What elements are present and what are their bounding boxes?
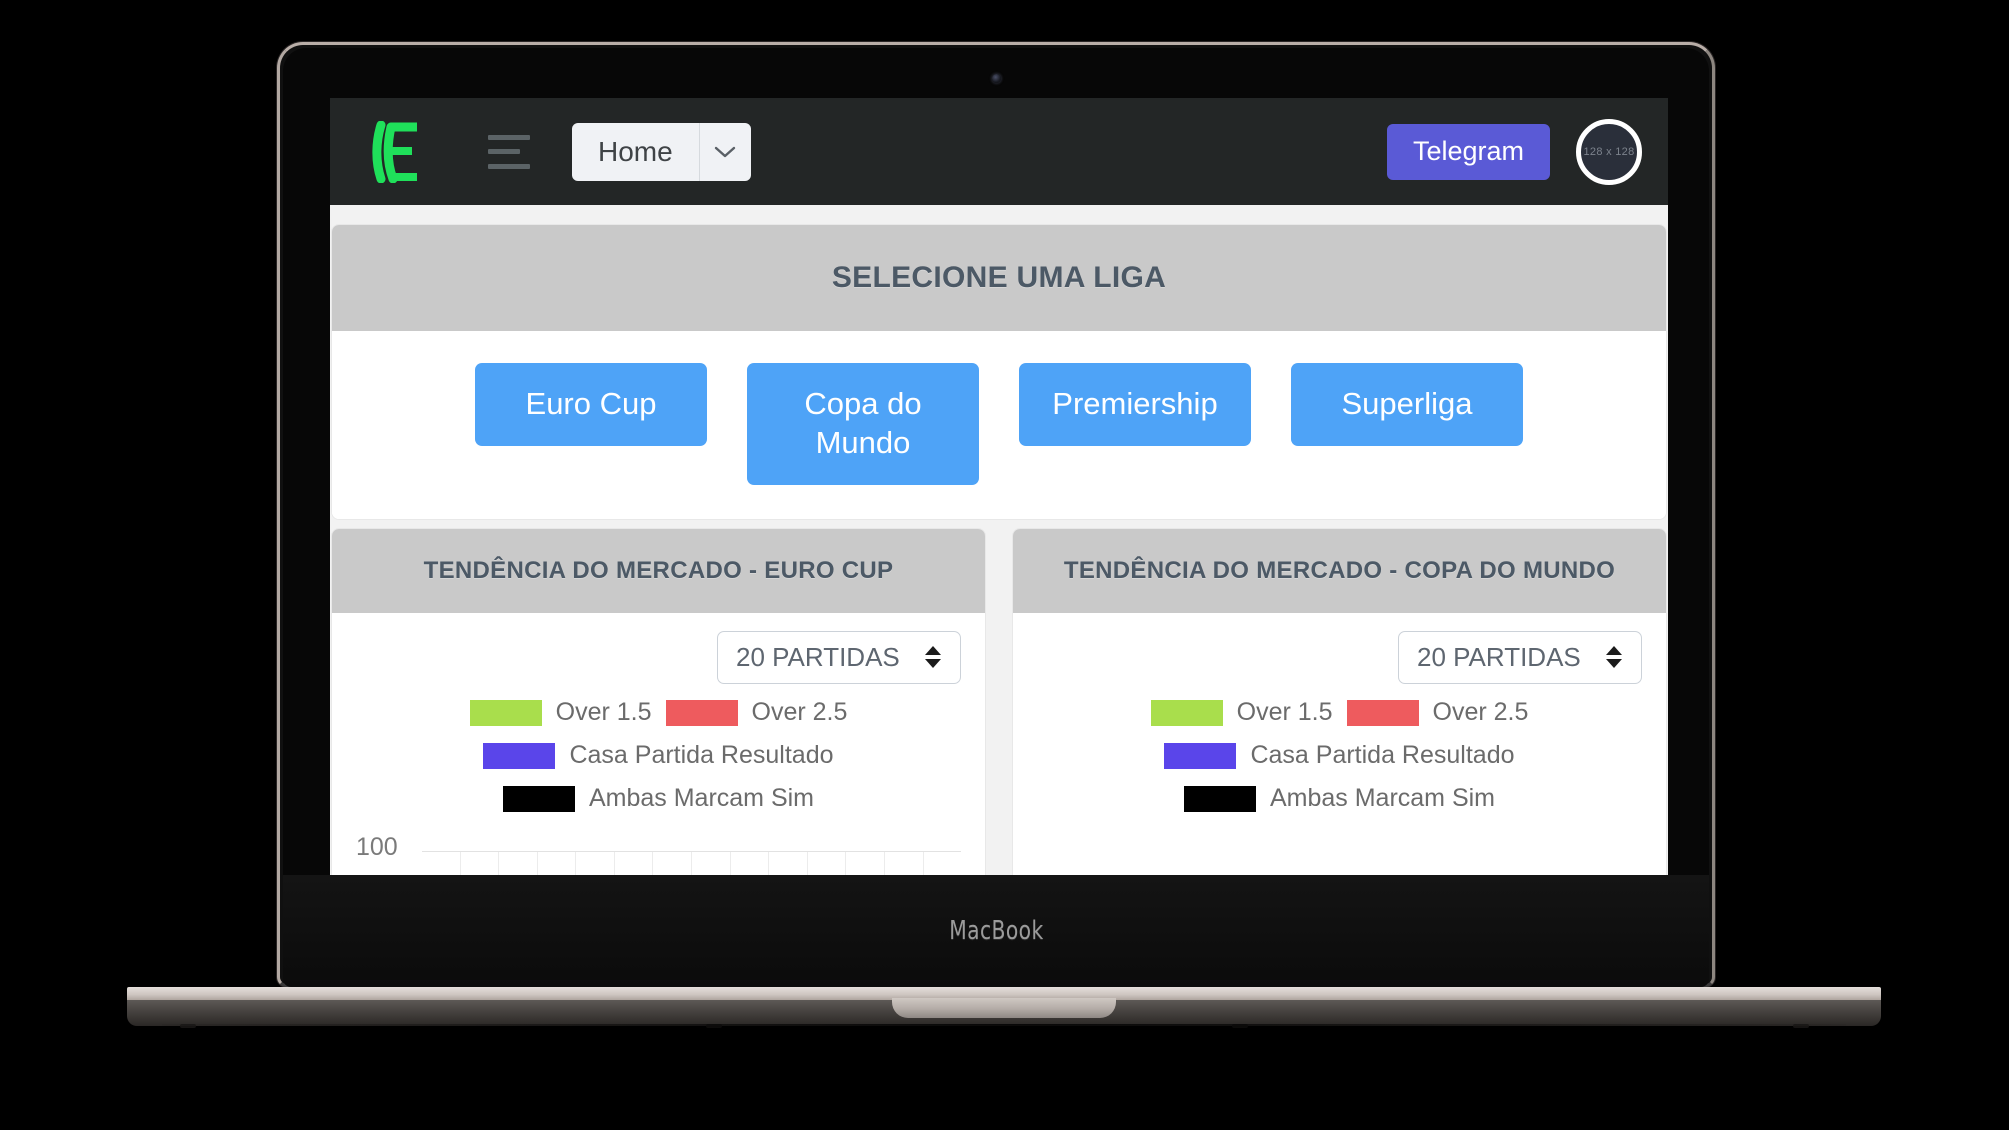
legend-row: Ambas Marcam Sim: [356, 784, 961, 813]
legend-item-ambas-marcam-sim[interactable]: Ambas Marcam Sim: [1183, 784, 1496, 813]
hamburger-bar: [488, 163, 530, 169]
legend-label: Over 2.5: [1432, 698, 1529, 727]
laptop-base-shadow: [162, 1024, 1846, 1034]
legend-item-over-25[interactable]: Over 2.5: [1346, 698, 1529, 727]
legend-row: Casa Partida Resultado: [356, 741, 961, 770]
hamburger-bar: [488, 149, 520, 154]
screenshot-stage: Home Telegram 128 x 128 SELECIONE UMA LI…: [0, 0, 2009, 1130]
panel-body: 20 PARTIDAS Over 1.5 Over 2.5 Casa Parti…: [1013, 612, 1666, 814]
match-count-select-row: 20 PARTIDAS: [1037, 630, 1642, 685]
chart-legend: Over 1.5 Over 2.5 Casa Partida Resultado…: [356, 684, 961, 813]
legend-swatch-over-25: [1346, 699, 1419, 726]
laptop-screen: Home Telegram 128 x 128 SELECIONE UMA LI…: [330, 98, 1668, 875]
legend-swatch-ambas-marcam-sim: [1183, 785, 1256, 812]
legend-swatch-casa-partida-resultado: [483, 742, 556, 769]
macbook-mockup: Home Telegram 128 x 128 SELECIONE UMA LI…: [277, 42, 1715, 987]
page-content: SELECIONE UMA LIGA Euro Cup Copa do Mund…: [330, 205, 1668, 875]
home-button[interactable]: Home: [572, 122, 699, 181]
home-dropdown-group[interactable]: Home: [572, 122, 751, 181]
league-button-premiership[interactable]: Premiership: [1019, 363, 1251, 446]
match-count-select[interactable]: 20 PARTIDAS: [1398, 630, 1642, 685]
legend-swatch-ambas-marcam-sim: [502, 785, 575, 812]
legend-swatch-casa-partida-resultado: [1164, 742, 1237, 769]
laptop-base: [127, 987, 1881, 1035]
chart-legend: Over 1.5 Over 2.5 Casa Partida Resultado…: [1037, 684, 1642, 813]
panel-body: 20 PARTIDAS Over 1.5 Over 2.5 Casa Parti…: [332, 612, 985, 875]
chart-gridlines: [422, 851, 961, 875]
panel-title: TENDÊNCIA DO MERCADO - COPA DO MUNDO: [1013, 528, 1666, 613]
web-app: Home Telegram 128 x 128 SELECIONE UMA LI…: [330, 98, 1668, 875]
legend-label: Casa Partida Resultado: [569, 741, 834, 770]
panel-market-trend-copa-do-mundo: TENDÊNCIA DO MERCADO - COPA DO MUNDO 20 …: [1013, 528, 1666, 875]
match-count-select[interactable]: 20 PARTIDAS: [717, 630, 961, 685]
laptop-chin: MacBook: [283, 875, 1709, 987]
league-button-superliga[interactable]: Superliga: [1291, 363, 1523, 446]
legend-swatch-over-15: [469, 699, 542, 726]
legend-label: Over 2.5: [751, 698, 848, 727]
league-button-euro-cup[interactable]: Euro Cup: [475, 363, 707, 446]
legend-item-over-15[interactable]: Over 1.5: [1150, 698, 1333, 727]
laptop-lid: Home Telegram 128 x 128 SELECIONE UMA LI…: [277, 42, 1715, 987]
avatar[interactable]: 128 x 128: [1576, 118, 1642, 185]
device-label: MacBook: [948, 916, 1044, 946]
panel-market-trend-euro-cup: TENDÊNCIA DO MERCADO - EURO CUP 20 PARTI…: [332, 528, 985, 875]
match-count-select-wrap[interactable]: 20 PARTIDAS: [717, 630, 961, 685]
legend-item-ambas-marcam-sim[interactable]: Ambas Marcam Sim: [502, 784, 815, 813]
legend-row: Over 1.5 Over 2.5: [356, 698, 961, 727]
league-button-copa-do-mundo[interactable]: Copa do Mundo: [747, 363, 979, 485]
brand-logo-icon[interactable]: [364, 120, 428, 183]
laptop-hinge-notch: [892, 998, 1116, 1018]
market-trend-panels: TENDÊNCIA DO MERCADO - EURO CUP 20 PARTI…: [330, 528, 1668, 875]
league-selector-card: SELECIONE UMA LIGA Euro Cup Copa do Mund…: [332, 225, 1666, 519]
camera-icon: [992, 74, 1001, 83]
navbar-right: Telegram 128 x 128: [1386, 118, 1642, 185]
legend-label: Ambas Marcam Sim: [588, 784, 815, 813]
legend-row: Ambas Marcam Sim: [1037, 784, 1642, 813]
legend-item-over-15[interactable]: Over 1.5: [469, 698, 652, 727]
match-count-select-row: 20 PARTIDAS: [356, 630, 961, 685]
hamburger-icon[interactable]: [488, 134, 530, 169]
y-axis-tick-label: 100: [356, 833, 398, 862]
legend-label: Over 1.5: [1236, 698, 1333, 727]
match-count-select-wrap[interactable]: 20 PARTIDAS: [1398, 630, 1642, 685]
chevron-down-icon[interactable]: [698, 122, 751, 181]
league-button-row: Euro Cup Copa do Mundo Premiership Super…: [332, 331, 1666, 519]
legend-item-over-25[interactable]: Over 2.5: [665, 698, 848, 727]
legend-item-casa-partida-resultado[interactable]: Casa Partida Resultado: [483, 741, 834, 770]
legend-swatch-over-15: [1150, 699, 1223, 726]
navbar: Home Telegram 128 x 128: [330, 98, 1668, 205]
legend-row: Casa Partida Resultado: [1037, 741, 1642, 770]
page-title: SELECIONE UMA LIGA: [332, 225, 1666, 331]
legend-label: Casa Partida Resultado: [1250, 741, 1515, 770]
telegram-button[interactable]: Telegram: [1386, 123, 1550, 180]
hamburger-bar: [488, 134, 530, 140]
legend-row: Over 1.5 Over 2.5: [1037, 698, 1642, 727]
legend-label: Ambas Marcam Sim: [1269, 784, 1496, 813]
legend-item-casa-partida-resultado[interactable]: Casa Partida Resultado: [1164, 741, 1515, 770]
chart-canvas: 100: [356, 827, 961, 875]
legend-label: Over 1.5: [555, 698, 652, 727]
legend-swatch-over-25: [665, 699, 738, 726]
panel-title: TENDÊNCIA DO MERCADO - EURO CUP: [332, 528, 985, 613]
